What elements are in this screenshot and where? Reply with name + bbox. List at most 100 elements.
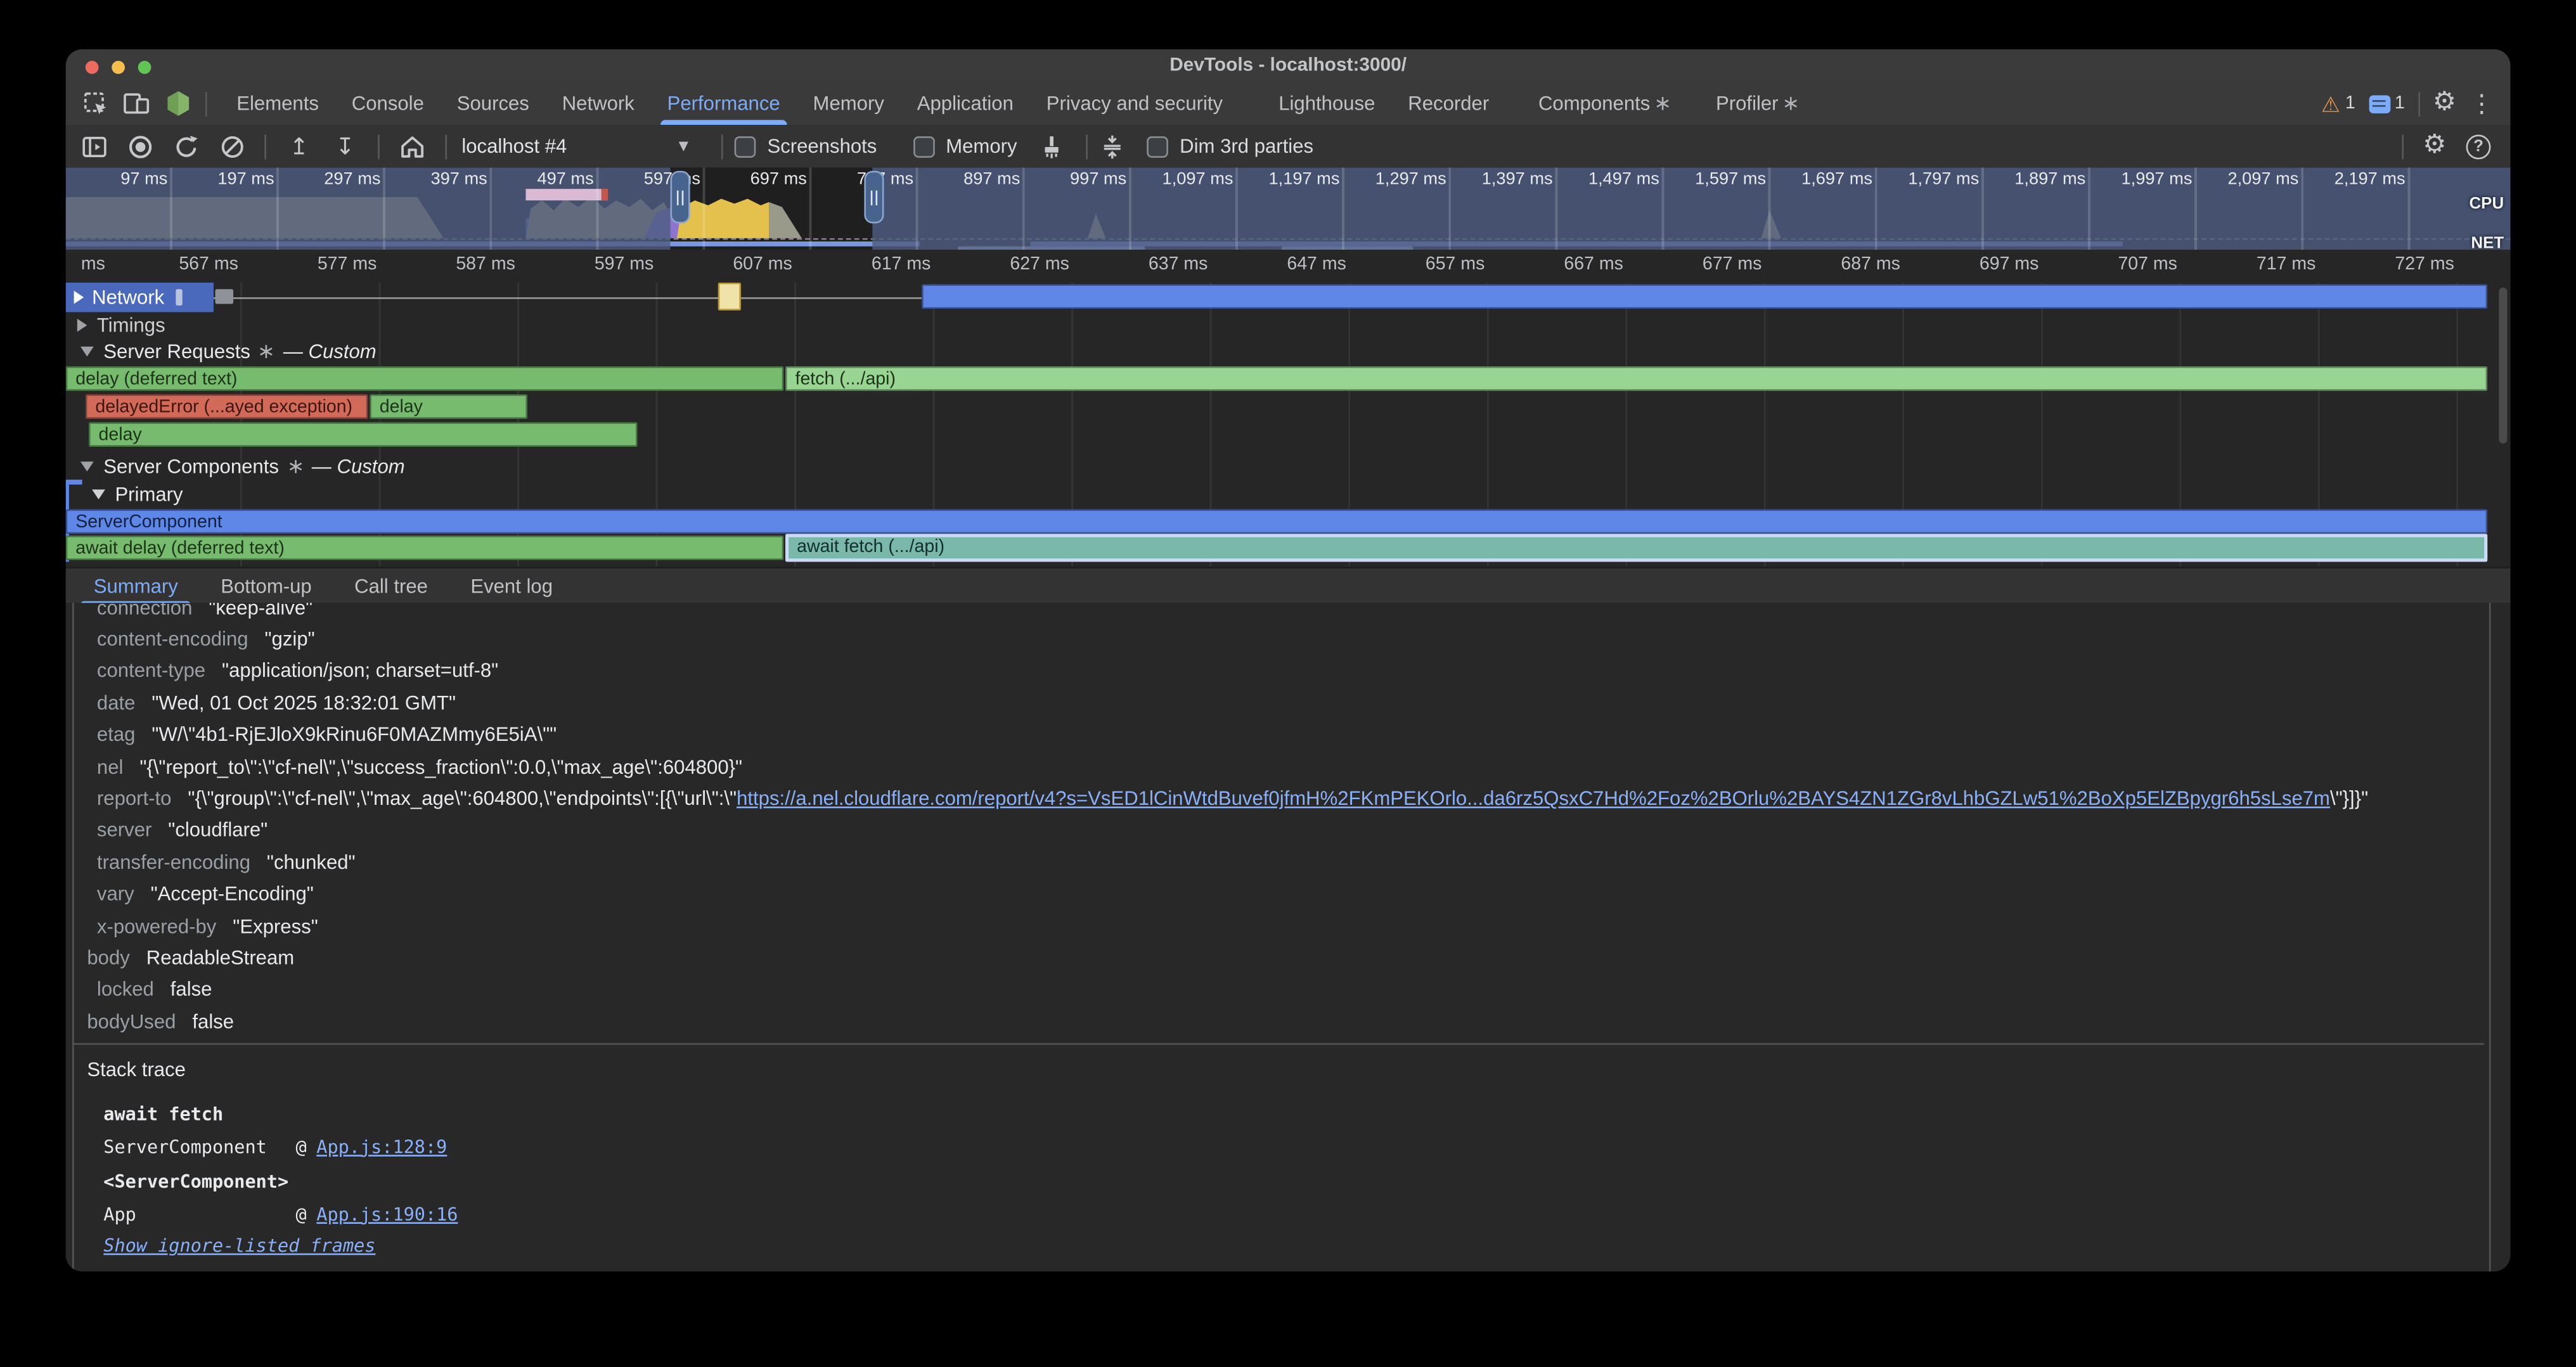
tab-bottom-up[interactable]: Bottom-up xyxy=(200,568,333,605)
property-row: bodyReadableStream xyxy=(66,942,2511,973)
minimap-tick: 297 ms xyxy=(282,169,381,189)
performance-toolbar: ↥ ↧ localhost #4 ▼ Screenshots Memory xyxy=(66,125,2511,169)
minimap-tick: 1,597 ms xyxy=(1668,169,1767,189)
collapse-down-icon xyxy=(92,489,105,499)
save-profile-icon[interactable]: ↧ xyxy=(332,133,358,159)
collapse-tracks-icon[interactable] xyxy=(1099,133,1125,159)
memory-checkbox[interactable] xyxy=(913,136,934,157)
event-bar[interactable]: await delay (deferred text) xyxy=(66,536,784,560)
tab-recorder[interactable]: Recorder xyxy=(1391,82,1505,125)
minimap-tick: 1,197 ms xyxy=(1241,169,1340,189)
tab-network[interactable]: Network xyxy=(546,82,651,125)
property-row: date"Wed, 01 Oct 2025 18:32:01 GMT" xyxy=(66,687,2511,719)
selected-event-bar[interactable]: await fetch (.../api) xyxy=(785,534,2487,562)
issues-badge[interactable]: 1 xyxy=(2368,94,2404,113)
tab-privacy-and-security[interactable]: Privacy and security xyxy=(1030,82,1239,125)
settings-gear-icon[interactable]: ⚙ xyxy=(2433,91,2456,117)
selected-network-request[interactable] xyxy=(718,283,741,311)
capture-settings-gear-icon[interactable]: ⚙ xyxy=(2423,133,2446,159)
minimap-tick: 1,497 ms xyxy=(1561,169,1659,189)
kebab-menu-icon[interactable]: ⋮ xyxy=(2470,91,2494,116)
devtools-tabbar: Elements Console Sources Network Perform… xyxy=(66,82,2511,127)
divider xyxy=(2418,91,2420,116)
clear-icon[interactable] xyxy=(219,133,245,159)
tab-call-tree[interactable]: Call tree xyxy=(333,568,449,605)
ruler-tick: ms xyxy=(66,255,105,274)
component-bar[interactable]: ServerComponent xyxy=(66,510,2488,534)
node-icon[interactable] xyxy=(164,91,190,117)
timeline-minimap[interactable]: 97 ms 197 ms 297 ms 397 ms 497 ms 597 ms… xyxy=(66,167,2511,250)
memory-label: Memory xyxy=(946,135,1017,158)
selection-handle-left[interactable] xyxy=(671,171,690,224)
tab-event-log[interactable]: Event log xyxy=(449,568,574,605)
screenshots-checkbox[interactable] xyxy=(735,136,756,157)
help-icon[interactable]: ? xyxy=(2466,134,2491,158)
tab-console[interactable]: Console xyxy=(335,82,441,125)
divider xyxy=(378,134,380,158)
tab-elements[interactable]: Elements xyxy=(220,82,335,125)
event-bar[interactable]: delay xyxy=(370,394,527,419)
track-network[interactable]: Network xyxy=(66,283,214,312)
inspect-element-icon[interactable] xyxy=(82,91,108,117)
tab-memory[interactable]: Memory xyxy=(797,82,901,125)
minimap-tick: 1,297 ms xyxy=(1348,169,1446,189)
warnings-badge[interactable]: ⚠ 1 xyxy=(2321,93,2355,114)
minimap-tick: 1,097 ms xyxy=(1135,169,1233,189)
property-row: vary"Accept-Encoding" xyxy=(66,878,2511,909)
garbage-collect-icon[interactable] xyxy=(1038,133,1064,159)
event-bar[interactable]: delay (deferred text) xyxy=(66,366,784,391)
property-row-report-to: report-to "{\"group\":\"cf-nel\",\"max_a… xyxy=(66,783,2511,814)
cpu-label: CPU xyxy=(2469,195,2504,214)
ruler-tick: 677 ms xyxy=(1663,255,1762,274)
tab-lighthouse[interactable]: Lighthouse xyxy=(1262,82,1391,125)
home-icon[interactable] xyxy=(399,133,425,159)
devtools-app: DevTools - localhost:3000/ Elements Cons… xyxy=(0,0,2576,1367)
record-icon[interactable] xyxy=(127,133,153,159)
source-location-link[interactable]: App.js:128:9 xyxy=(316,1136,447,1158)
minimap-tick: 197 ms xyxy=(176,169,274,189)
track-grip[interactable] xyxy=(176,289,182,305)
tab-performance[interactable]: Performance xyxy=(651,82,797,125)
load-profile-icon[interactable]: ↥ xyxy=(286,133,312,159)
toggle-sidebar-icon[interactable] xyxy=(80,133,106,159)
asterisk-icon xyxy=(288,460,302,473)
dim-3rd-parties-checkbox[interactable] xyxy=(1147,136,1168,157)
minimap-tick: 697 ms xyxy=(708,169,807,189)
network-request-line xyxy=(177,297,922,299)
expand-right-icon xyxy=(74,291,84,304)
screenshots-label: Screenshots xyxy=(767,135,877,158)
track-server-requests-header[interactable]: Server Requests — Custom xyxy=(80,338,377,364)
report-to-url-link[interactable]: https://a.nel.cloudflare.com/report/v4?s… xyxy=(737,787,2330,810)
track-server-components-header[interactable]: Server Components — Custom xyxy=(80,453,405,479)
track-primary-header[interactable]: Primary xyxy=(92,481,183,506)
collapse-down-icon xyxy=(80,347,94,357)
minimap-tick: 397 ms xyxy=(389,169,487,189)
property-row: connection"keep-alive" xyxy=(66,603,2511,623)
tab-components[interactable]: Components xyxy=(1522,82,1686,125)
dim-3rd-parties-label: Dim 3rd parties xyxy=(1180,135,1313,158)
network-request-bar[interactable] xyxy=(922,284,2487,309)
minimap-tick: 1,897 ms xyxy=(1987,169,2086,189)
reload-and-record-icon[interactable] xyxy=(172,133,198,159)
tracks-scrollbar[interactable] xyxy=(2499,288,2507,444)
property-row: etag"W/\"4b1-RjEJloX9kRinu6F0MAZMmy6E5iA… xyxy=(66,719,2511,750)
tab-application[interactable]: Application xyxy=(901,82,1030,125)
tab-sources[interactable]: Sources xyxy=(441,82,546,125)
ruler-tick: 617 ms xyxy=(832,255,931,274)
history-select[interactable]: localhost #4 ▼ xyxy=(461,135,692,158)
show-ignore-listed-frames-link[interactable]: Show ignore-listed frames xyxy=(103,1230,375,1262)
window-title: DevTools - localhost:3000/ xyxy=(66,49,2511,82)
event-bar[interactable]: delay xyxy=(89,422,638,447)
device-toolbar-icon[interactable] xyxy=(123,91,149,117)
source-location-link[interactable]: App.js:190:16 xyxy=(316,1203,458,1225)
tab-profiler[interactable]: Profiler xyxy=(1699,82,1814,125)
devtools-window: DevTools - localhost:3000/ Elements Cons… xyxy=(66,49,2511,1271)
net-label: NET xyxy=(2471,235,2504,250)
network-request-chip[interactable] xyxy=(216,289,234,304)
divider xyxy=(445,134,447,158)
selection-handle-right[interactable] xyxy=(864,171,884,224)
tab-summary[interactable]: Summary xyxy=(72,568,199,605)
track-timings[interactable]: Timings xyxy=(77,312,165,338)
event-bar[interactable]: fetch (.../api) xyxy=(785,366,2487,391)
event-bar-error[interactable]: delayedError (...ayed exception) xyxy=(86,394,368,419)
